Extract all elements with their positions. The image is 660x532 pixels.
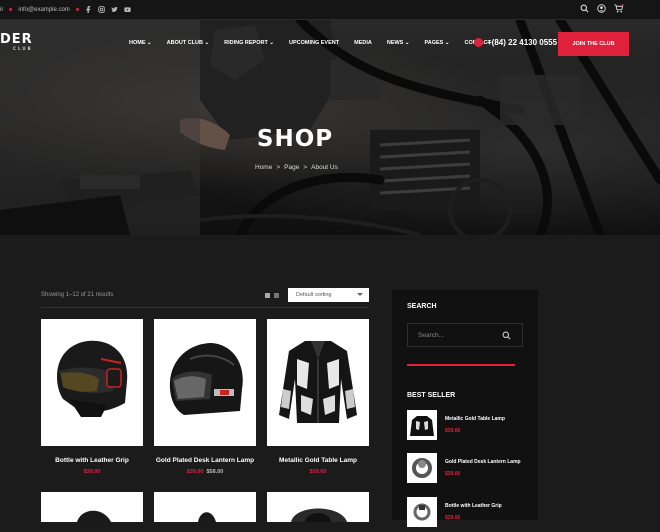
cart-icon[interactable] [614, 4, 624, 13]
bestseller-item[interactable]: Bottle with Leather Grip $39.00 [407, 497, 532, 529]
price-current: $39.00 [309, 469, 327, 475]
youtube-icon[interactable] [124, 6, 131, 13]
product-name[interactable]: Metallic Gold Table Lamp [261, 457, 375, 464]
widget-title: SEARCH [407, 303, 437, 310]
best-seller-widget: BEST SELLER Metallic Gold Table Lamp $39… [392, 377, 538, 527]
price-old: $58.00 [206, 469, 224, 475]
nav-label: PAGES [424, 40, 444, 46]
helmet-icon [169, 343, 243, 415]
product-name[interactable]: Bottle with Leather Grip [35, 457, 149, 464]
nav-item-upcoming-event[interactable]: UPCOMING EVENT [289, 40, 339, 46]
page-title: SHOP [256, 126, 334, 152]
helmet-icon [77, 510, 111, 522]
nav-label: MEDIA [354, 40, 372, 46]
email-link[interactable]: info@example.com [18, 7, 69, 13]
site-logo[interactable]: DER CLUB [0, 32, 33, 51]
bestseller-price: $39.00 [445, 515, 461, 521]
top-bar: ir info@example.com [0, 0, 660, 20]
hero-banner: DER CLUB HOME ⌄ ABOUT CLUB ⌄ RIDING REPO… [0, 20, 660, 235]
twitter-icon[interactable] [111, 6, 118, 13]
product-name[interactable]: Gold Plated Desk Lantern Lamp [148, 457, 262, 464]
product-image-jacket[interactable] [267, 319, 369, 446]
phone-text: +(84) 22 4130 0555 [487, 38, 558, 47]
bestseller-thumbnail[interactable] [407, 410, 437, 440]
bestseller-thumbnail[interactable] [407, 453, 437, 483]
nav-label: UPCOMING EVENT [288, 40, 340, 46]
product-image[interactable] [154, 492, 256, 522]
main-nav: HOME ⌄ ABOUT CLUB ⌄ RIDING REPORT ⌄ UPCO… [129, 40, 506, 46]
phone-number[interactable]: +(84) 22 4130 0555 [474, 38, 557, 47]
shop-content: Showing 1–12 of 21 results Default sorti… [0, 235, 660, 527]
divider [41, 307, 369, 308]
product-price: $39.00 [261, 469, 375, 475]
jacket-icon [410, 416, 434, 436]
product-image[interactable] [41, 492, 143, 522]
bestseller-thumbnail[interactable] [407, 497, 437, 527]
bestseller-item[interactable]: Metallic Gold Table Lamp $39.00 [407, 410, 532, 442]
product-image-helmet-full[interactable] [154, 319, 256, 446]
breadcrumb-current: About Us [311, 164, 338, 171]
facebook-icon[interactable] [85, 6, 92, 13]
product-price: $39.00 [35, 469, 149, 475]
breadcrumb-home[interactable]: Home [255, 164, 272, 171]
backpack-icon [291, 508, 347, 522]
nav-label: ABOUT CLUB [166, 40, 203, 46]
nav-item-pages[interactable]: PAGES ⌄ [424, 40, 449, 46]
helmet-icon [57, 340, 128, 417]
nav-label: HOME [129, 40, 146, 46]
product-image[interactable] [267, 492, 369, 522]
breadcrumb-separator: > [276, 164, 281, 171]
ring-icon [413, 503, 431, 521]
logo-text: DER [0, 32, 33, 47]
widget-title: BEST SELLER [407, 392, 456, 399]
search-icon[interactable] [502, 331, 511, 340]
nav-item-riding-report[interactable]: RIDING REPORT ⌄ [224, 40, 274, 46]
view-toggle [265, 293, 279, 298]
bestseller-name[interactable]: Metallic Gold Table Lamp [445, 416, 505, 422]
join-the-club-button[interactable]: JOIN THE CLUB [558, 32, 629, 56]
breadcrumb-page[interactable]: Page [284, 164, 299, 171]
sort-select[interactable]: Default sorting [288, 288, 369, 302]
nav-item-about-club[interactable]: ABOUT CLUB ⌄ [167, 40, 210, 46]
nav-label: NEWS [386, 40, 404, 46]
search-icon[interactable] [580, 4, 589, 13]
product-price: $39.00 $58.00 [148, 469, 262, 475]
user-icon[interactable] [597, 4, 606, 13]
nav-item-home[interactable]: HOME ⌄ [129, 40, 152, 46]
accent-underline [407, 364, 515, 366]
breadcrumb-separator: > [303, 164, 308, 171]
top-bar-contact: ir info@example.com [0, 6, 131, 13]
top-bar-actions [580, 4, 624, 13]
bullet-icon [75, 8, 79, 11]
glove-icon [198, 512, 216, 522]
list-view-icon[interactable] [274, 293, 279, 298]
divider: ir [0, 6, 4, 13]
bullet-icon [9, 8, 13, 11]
bestseller-price: $39.00 [445, 471, 461, 477]
nav-label: RIDING REPORT [224, 40, 268, 46]
breadcrumb: Home > Page > About Us [255, 164, 338, 171]
product-image-helmet-open[interactable] [41, 319, 143, 446]
ring-icon [412, 458, 432, 478]
nav-item-news[interactable]: NEWS ⌄ [387, 40, 410, 46]
bestseller-price: $39.00 [445, 428, 461, 434]
bestseller-item[interactable]: Gold Plated Desk Lantern Lamp $39.00 [407, 453, 532, 485]
jacket-icon [279, 341, 357, 423]
bestseller-name[interactable]: Bottle with Leather Grip [445, 503, 502, 509]
price-current: $39.00 [83, 469, 101, 475]
nav-item-media[interactable]: MEDIA [354, 40, 372, 46]
phone-icon [474, 38, 483, 47]
instagram-icon[interactable] [98, 6, 105, 13]
price-current: $39.00 [186, 469, 204, 475]
grid-view-icon[interactable] [265, 293, 270, 298]
result-count: Showing 1–12 of 21 results [41, 292, 114, 298]
bestseller-name[interactable]: Gold Plated Desk Lantern Lamp [445, 459, 521, 465]
